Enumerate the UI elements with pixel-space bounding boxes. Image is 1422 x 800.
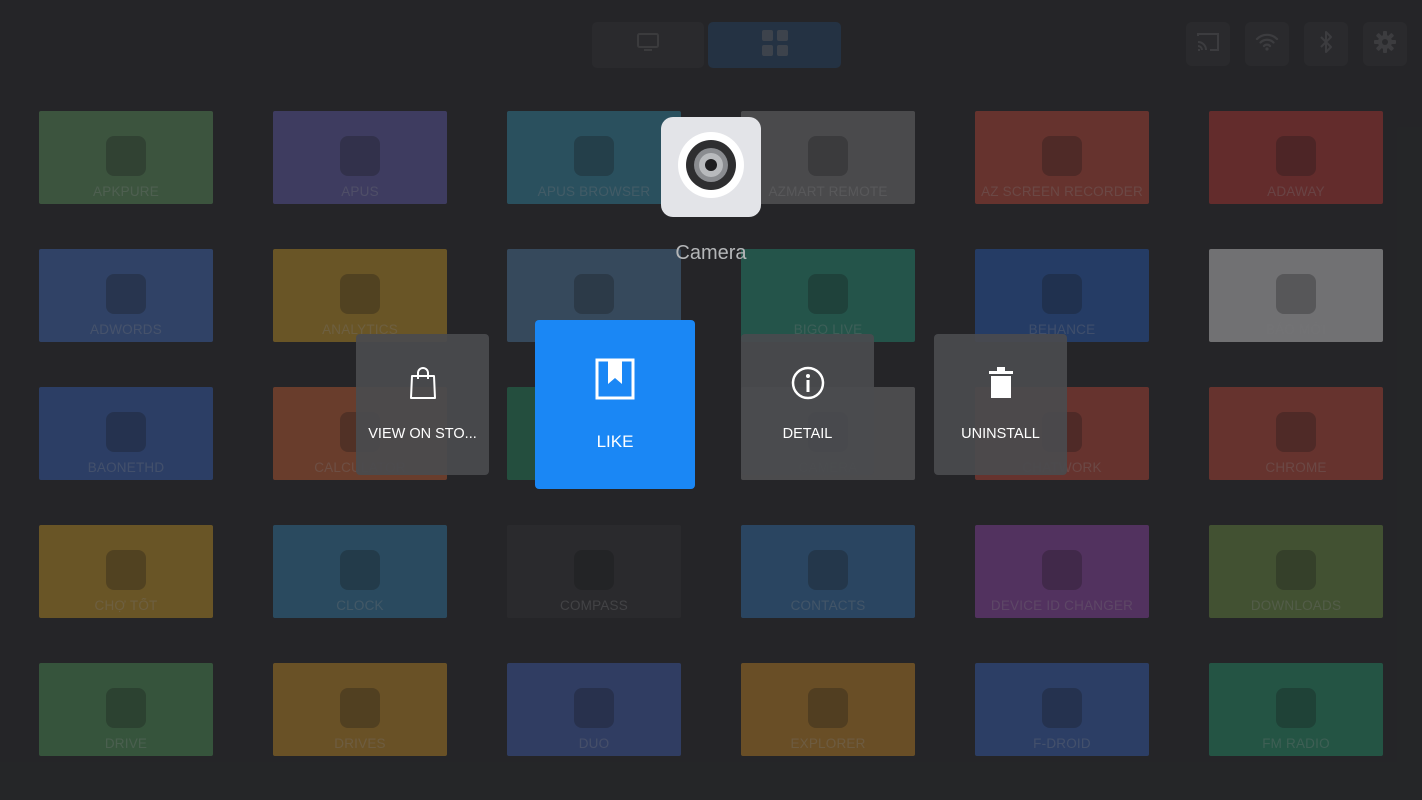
app-tile-label: FM RADIO — [1262, 736, 1330, 751]
app-icon — [574, 688, 614, 728]
app-tile[interactable]: AZMART REMOTE — [741, 111, 915, 204]
app-icon — [574, 274, 614, 314]
app-icon — [340, 688, 380, 728]
app-icon — [340, 274, 380, 314]
app-tile[interactable]: CHỢ TỐT — [39, 525, 213, 618]
app-icon — [106, 412, 146, 452]
camera-app-icon — [661, 117, 761, 217]
app-icon — [1042, 136, 1082, 176]
app-tile-label: APUS BROWSER — [537, 184, 651, 199]
settings-icon — [1373, 30, 1397, 59]
app-tile-label: APKPURE — [93, 184, 159, 199]
tv-icon — [637, 32, 659, 58]
app-tile[interactable]: CONTACTS — [741, 525, 915, 618]
like-label: LIKE — [596, 432, 634, 451]
app-tile[interactable]: DEVICE ID CHANGER — [975, 525, 1149, 618]
app-tile-label: BÁO MỚI — [1265, 322, 1327, 337]
app-tile-label: DEVICE ID CHANGER — [990, 598, 1134, 613]
app-tile-label: DUO — [578, 736, 610, 751]
app-icon — [1276, 412, 1316, 452]
app-tile[interactable]: EXPLORER — [741, 663, 915, 756]
app-icon — [340, 550, 380, 590]
app-tile[interactable]: COMPASS — [507, 525, 681, 618]
app-tile-label: CLOCK — [336, 598, 384, 613]
wifi-button[interactable] — [1245, 22, 1289, 66]
app-tile-label: ADWORDS — [90, 322, 162, 337]
app-tile[interactable]: DOWNLOADS — [1209, 525, 1383, 618]
app-tile[interactable]: BAONETHD — [39, 387, 213, 480]
app-icon — [106, 688, 146, 728]
app-tile[interactable]: BEHANCE — [975, 249, 1149, 342]
app-icon — [1042, 274, 1082, 314]
app-tile[interactable]: ADWORDS — [39, 249, 213, 342]
app-tile-label: ADAWAY — [1267, 184, 1325, 199]
app-icon — [1276, 688, 1316, 728]
app-icon — [1042, 688, 1082, 728]
wifi-icon — [1255, 33, 1279, 56]
bluetooth-button[interactable] — [1304, 22, 1348, 66]
apps-grid-icon — [761, 29, 789, 62]
app-tile[interactable]: DRIVES — [273, 663, 447, 756]
app-tile-label: DRIVES — [334, 736, 386, 751]
cast-button[interactable] — [1186, 22, 1230, 66]
app-icon — [574, 136, 614, 176]
info-icon — [741, 366, 874, 400]
tab-tv[interactable] — [592, 22, 704, 68]
tab-apps[interactable] — [708, 22, 841, 68]
app-tile[interactable]: F-DROID — [975, 663, 1149, 756]
app-icon — [106, 274, 146, 314]
app-icon — [1276, 550, 1316, 590]
detail-label: DETAIL — [782, 426, 833, 442]
cast-icon — [1196, 32, 1220, 57]
app-tile[interactable]: FM RADIO — [1209, 663, 1383, 756]
app-tile-label: APUS — [341, 184, 379, 199]
view-on-store-button[interactable]: VIEW ON STO... — [356, 334, 489, 475]
app-icon — [1042, 550, 1082, 590]
app-tile-label: F-DROID — [1033, 736, 1091, 751]
like-button[interactable]: LIKE — [535, 320, 695, 489]
app-icon — [808, 136, 848, 176]
detail-button[interactable]: DETAIL — [741, 334, 874, 475]
trash-icon — [934, 366, 1067, 400]
focused-app-name: Camera — [675, 242, 747, 264]
app-icon — [340, 136, 380, 176]
app-tile[interactable]: AZ SCREEN RECORDER — [975, 111, 1149, 204]
app-icon — [574, 550, 614, 590]
app-tile[interactable]: ANALYTICS — [273, 249, 447, 342]
bluetooth-icon — [1318, 30, 1334, 59]
app-tile-label: COMPASS — [560, 598, 628, 613]
uninstall-label: UNINSTALL — [961, 426, 1040, 442]
uninstall-button[interactable]: UNINSTALL — [934, 334, 1067, 475]
app-tile[interactable]: APKPURE — [39, 111, 213, 204]
app-tile-label: CHROME — [1265, 460, 1327, 475]
app-tile[interactable]: DRIVE — [39, 663, 213, 756]
app-icon — [808, 274, 848, 314]
view-on-store-label: VIEW ON STO... — [368, 426, 477, 442]
app-tile[interactable]: DUO — [507, 663, 681, 756]
app-tile[interactable]: APUS BROWSER — [507, 111, 681, 204]
app-tile-label: EXPLORER — [790, 736, 866, 751]
bookmark-icon — [535, 358, 695, 400]
app-icon — [808, 550, 848, 590]
app-tile-label: CHỢ TỐT — [94, 598, 158, 613]
app-tile-label: DOWNLOADS — [1250, 598, 1342, 613]
app-icon — [106, 550, 146, 590]
app-icon — [1276, 136, 1316, 176]
shopping-bag-icon — [356, 366, 489, 400]
app-tile-label: AZMART REMOTE — [768, 184, 888, 199]
app-icon — [808, 688, 848, 728]
app-tile[interactable]: BÁO MỚI — [1209, 249, 1383, 342]
app-tile[interactable]: CLOCK — [273, 525, 447, 618]
app-icon — [106, 136, 146, 176]
app-tile[interactable]: CHROME — [1209, 387, 1383, 480]
app-tile[interactable]: APUS — [273, 111, 447, 204]
app-icon — [1276, 274, 1316, 314]
settings-button[interactable] — [1363, 22, 1407, 66]
camera-icon — [676, 130, 746, 205]
app-tile[interactable]: ADAWAY — [1209, 111, 1383, 204]
app-tile-label: AZ SCREEN RECORDER — [981, 184, 1143, 199]
app-tile-label: CONTACTS — [790, 598, 866, 613]
app-tile-label: BAONETHD — [87, 460, 165, 475]
app-tile-label: DRIVE — [104, 736, 148, 751]
